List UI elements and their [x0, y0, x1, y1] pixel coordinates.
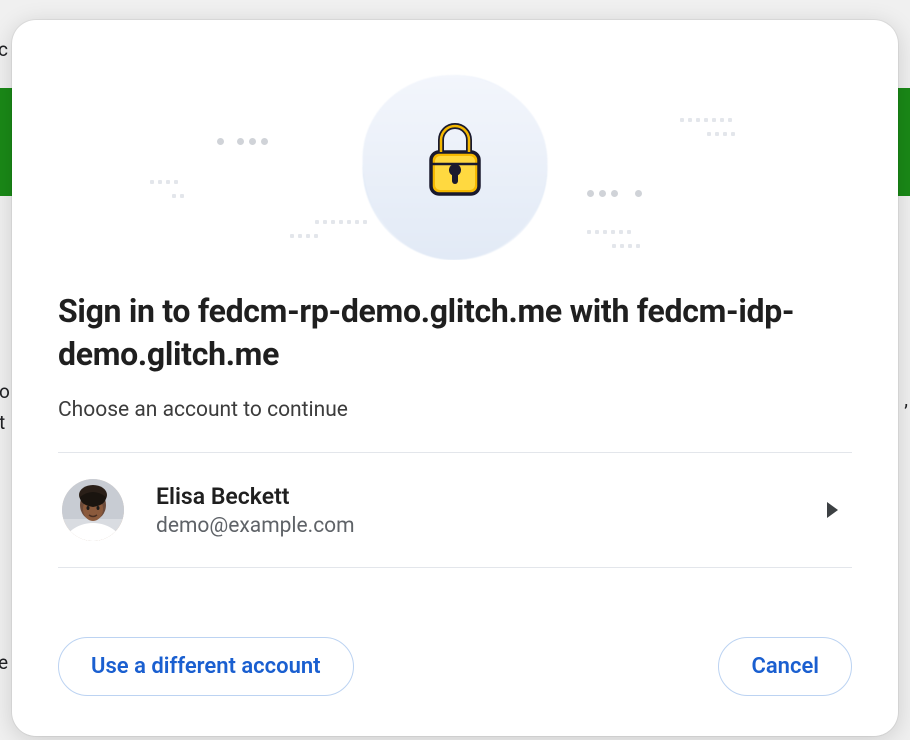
cancel-button[interactable]: Cancel — [718, 637, 852, 696]
decorative-dots — [707, 132, 735, 136]
account-info: Elisa Beckett demo@example.com — [156, 483, 827, 538]
signin-dialog: Sign in to fedcm-rp-demo.glitch.me with … — [12, 20, 898, 736]
background-text-fragment: t — [0, 411, 5, 434]
decorative-dots — [217, 138, 268, 145]
decorative-dots — [587, 230, 631, 234]
background-text-fragment: o — [0, 380, 10, 403]
use-different-account-button[interactable]: Use a different account — [58, 637, 354, 696]
decorative-dots — [315, 220, 367, 224]
lock-icon — [423, 120, 487, 200]
background-text-fragment: e — [0, 651, 8, 674]
background-text-fragment: , — [904, 388, 908, 411]
chevron-right-icon — [827, 502, 838, 518]
decorative-dots — [172, 194, 184, 198]
account-option[interactable]: Elisa Beckett demo@example.com — [58, 453, 852, 567]
decorative-dots — [612, 244, 640, 248]
decorative-dots — [150, 180, 178, 184]
decorative-dots — [680, 118, 732, 122]
divider — [58, 567, 852, 568]
dialog-title: Sign in to fedcm-rp-demo.glitch.me with … — [58, 290, 852, 376]
avatar — [62, 479, 124, 541]
dialog-actions: Use a different account Cancel — [58, 589, 852, 696]
dialog-subtitle: Choose an account to continue — [58, 398, 852, 422]
hero-illustration — [12, 20, 898, 260]
decorative-dots — [290, 234, 318, 238]
background-text-fragment: c — [0, 38, 8, 61]
decorative-dots — [587, 190, 642, 197]
account-name: Elisa Beckett — [156, 483, 827, 510]
dialog-content: Sign in to fedcm-rp-demo.glitch.me with … — [12, 260, 898, 736]
account-email: demo@example.com — [156, 514, 827, 538]
